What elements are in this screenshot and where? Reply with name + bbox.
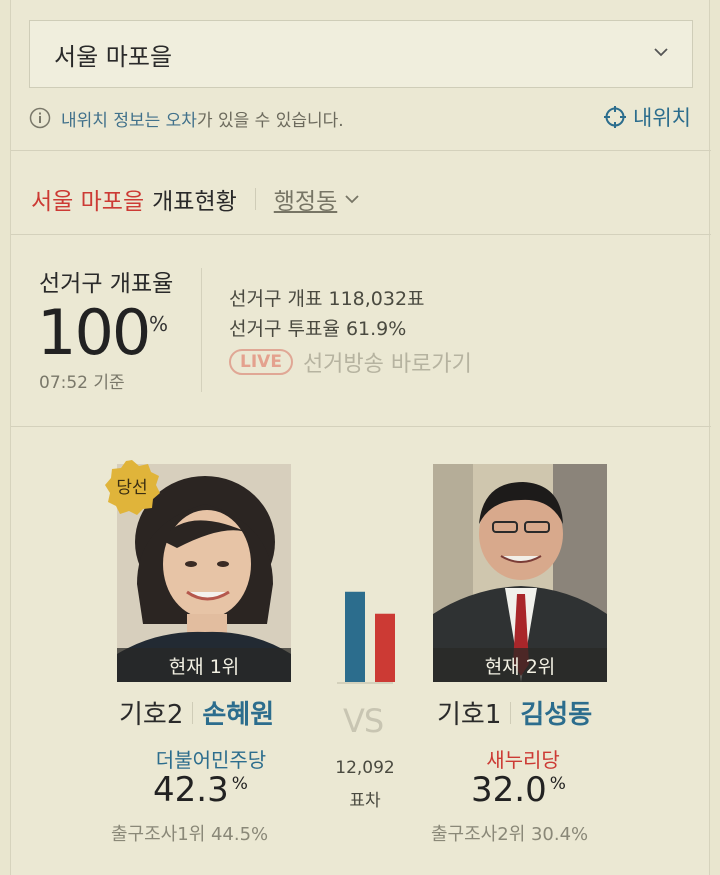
- pct-unit-2: %: [549, 774, 566, 794]
- notice-text: 가 있을 수 있습니다.: [196, 110, 344, 131]
- vote-gap-label: 표차: [349, 791, 381, 811]
- vote-share-chart: [337, 591, 395, 684]
- chevron-down-icon: [654, 48, 668, 57]
- rank-label-1: 현재 1위: [117, 648, 291, 682]
- votes-count: 선거구 개표 118,032표: [229, 288, 425, 310]
- candidate-name-text-1: 손혜원: [202, 700, 275, 730]
- pct-value-2: 32.0: [471, 770, 547, 810]
- info-icon: [29, 107, 51, 129]
- divider: [11, 234, 711, 235]
- divider: [201, 268, 202, 392]
- title-suffix: 개표현황: [152, 189, 237, 215]
- candidate-party-2: 새누리당: [486, 748, 560, 772]
- title-region: 서울 마포을: [31, 189, 145, 215]
- live-broadcast-link[interactable]: LIVE 선거방송 바로가기: [229, 346, 472, 378]
- my-location-label: 내위치: [633, 106, 691, 130]
- crosshair-icon: [604, 106, 627, 128]
- notice-highlight: 내위치 정보는 오차: [61, 110, 197, 131]
- candidate-name-text-2: 김성동: [520, 700, 593, 730]
- vote-bar-1: [345, 591, 365, 682]
- count-time: 07:52 기준: [39, 373, 125, 393]
- rank-label-2: 현재 2위: [433, 648, 607, 682]
- region-select[interactable]: 서울 마포을: [29, 20, 693, 88]
- candidate-pct-2: 32.0%: [471, 770, 566, 810]
- candidate-number-2: 기호1: [437, 700, 502, 730]
- count-rate-value: 100: [37, 296, 151, 369]
- turnout-rate: 선거구 투표율 61.9%: [229, 318, 407, 340]
- winner-badge-icon: 당선: [105, 460, 160, 515]
- exit-poll-1: 출구조사1위 44.5%: [111, 824, 269, 845]
- pct-unit-1: %: [231, 774, 248, 794]
- separator: [254, 188, 256, 210]
- divider: [11, 426, 711, 427]
- count-rate-label: 선거구 개표율: [39, 271, 174, 297]
- candidate-number-1: 기호2: [119, 700, 184, 730]
- my-location-button[interactable]: 내위치: [603, 102, 691, 132]
- separator: [192, 701, 194, 724]
- count-title: 서울 마포을 개표현황 행정동: [31, 182, 361, 216]
- chevron-down-icon[interactable]: [343, 190, 361, 208]
- divider: [11, 150, 711, 151]
- candidate-name-2[interactable]: 기호1 김성동: [437, 694, 592, 731]
- exit-poll-2: 출구조사2위 30.4%: [431, 824, 589, 845]
- vote-bar-2: [375, 613, 395, 682]
- live-text: 선거방송 바로가기: [302, 352, 472, 377]
- winner-badge-label: 당선: [116, 478, 147, 498]
- candidate-photo-2[interactable]: 현재 2위: [433, 464, 607, 682]
- pct-value-1: 42.3: [153, 770, 229, 810]
- candidate-party-1: 더불어민주당: [155, 748, 267, 772]
- vote-gap-value: 12,092: [335, 758, 395, 778]
- location-notice: 내위치 정보는 오차 가 있을 수 있습니다.: [29, 104, 344, 132]
- dong-dropdown[interactable]: 행정동: [274, 182, 337, 216]
- candidate-name-1[interactable]: 기호2 손혜원: [119, 694, 274, 731]
- live-badge: LIVE: [229, 349, 293, 375]
- count-rate-unit: %: [149, 312, 169, 336]
- region-select-value: 서울 마포을: [54, 42, 173, 71]
- candidate-pct-1: 42.3%: [153, 770, 248, 810]
- election-panel: 서울 마포을 내위치 정보는 오차 가 있을 수 있습니다. 내위치 서울 마포을…: [10, 0, 711, 875]
- vs-label: VS: [343, 702, 384, 740]
- separator: [510, 701, 512, 724]
